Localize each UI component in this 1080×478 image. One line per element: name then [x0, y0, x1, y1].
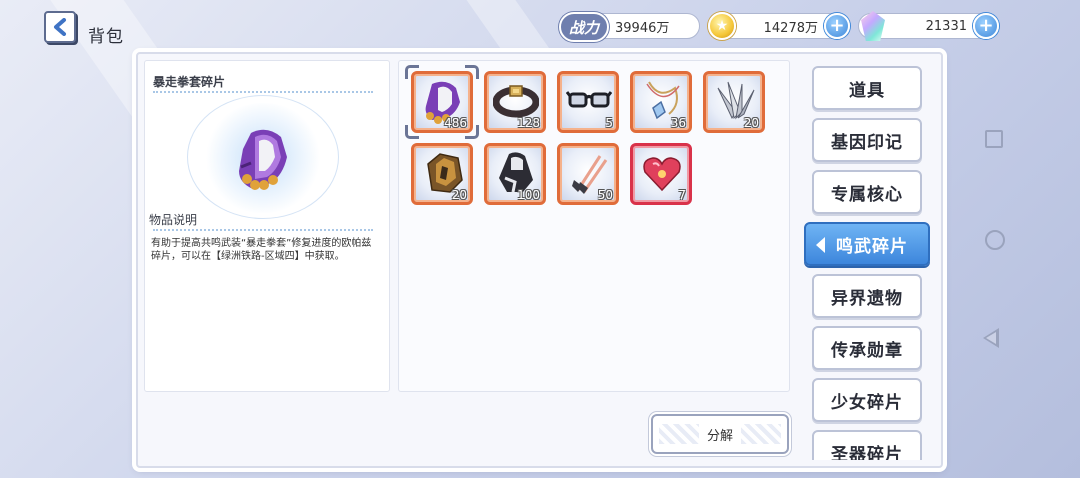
item-count: 50 [597, 188, 613, 202]
gold-display: ★ 14278万 + [708, 12, 850, 40]
item-count: 486 [444, 116, 467, 130]
item-slot[interactable]: 20 [703, 71, 765, 133]
item-slot[interactable]: 128 [484, 71, 546, 133]
gold-value: 14278万 [763, 20, 818, 36]
item-slot[interactable]: 100 [484, 143, 546, 205]
decompose-label: 分解 [706, 428, 733, 444]
tab-label: 异界遗物 [831, 288, 903, 309]
crystal-icon [861, 11, 885, 41]
item-slot[interactable]: 20 [411, 143, 473, 205]
gold-coin-icon: ★ [708, 12, 736, 40]
tab-label: 圣器碎片 [831, 444, 903, 461]
item-slot[interactable]: 36 [630, 71, 692, 133]
item-count: 20 [743, 116, 759, 130]
tab-label: 道具 [849, 80, 885, 101]
recent-apps-icon[interactable] [985, 130, 1003, 148]
tab-otherworld-relics[interactable]: 异界遗物 [812, 274, 922, 318]
item-count: 100 [517, 188, 540, 202]
tab-gene-imprint[interactable]: 基因印记 [812, 118, 922, 162]
item-preview [145, 95, 391, 219]
item-count: 5 [605, 116, 613, 130]
item-count: 128 [517, 116, 540, 130]
system-back-icon[interactable] [983, 328, 999, 348]
item-slot[interactable]: 486 [411, 71, 473, 133]
crystal-value: 21331 [925, 18, 967, 34]
item-slot[interactable]: 5 [557, 71, 619, 133]
power-label: 战力 [559, 12, 610, 42]
decompose-button[interactable]: 分解 [651, 414, 789, 454]
item-grid: 486 128 5 36 20 20 100 50 7 [398, 60, 790, 392]
divider [153, 91, 373, 93]
tab-legacy-medals[interactable]: 传承勋章 [812, 326, 922, 370]
tab-label: 基因印记 [831, 132, 903, 153]
divider [153, 229, 373, 231]
tab-girl-fragments[interactable]: 少女碎片 [812, 378, 922, 422]
power-value: 39946万 [615, 20, 670, 36]
tab-items[interactable]: 道具 [812, 66, 922, 110]
category-tabs: 道具 基因印记 专属核心 鸣武碎片 异界遗物 传承勋章 少女碎片 圣器碎片 [798, 60, 938, 460]
chevron-left-icon [54, 18, 66, 36]
item-count: 20 [451, 188, 467, 202]
item-detail-panel: 暴走拳套碎片 物品说明 有助于提高共鸣武装“暴走拳套”修复进度的欧帕兹碎片，可以… [144, 60, 390, 392]
description-title: 物品说明 [149, 213, 198, 227]
selection-corner [465, 65, 479, 79]
purple-glove-icon [239, 129, 287, 190]
selection-corner [405, 65, 419, 79]
tab-label: 专属核心 [831, 184, 903, 205]
page-title: 背包 [88, 27, 124, 47]
item-description: 有助于提高共鸣武装“暴走拳套”修复进度的欧帕兹碎片，可以在【绿洲铁路-区域四】中… [151, 238, 372, 262]
triangle-left-icon [816, 237, 825, 253]
inventory-panel: 暴走拳套碎片 物品说明 有助于提高共鸣武装“暴走拳套”修复进度的欧帕兹碎片，可以… [136, 52, 943, 468]
tab-weapon-fragments[interactable]: 鸣武碎片 [804, 222, 930, 266]
tab-exclusive-core[interactable]: 专属核心 [812, 170, 922, 214]
item-count: 36 [670, 116, 686, 130]
add-crystal-button[interactable]: + [973, 13, 999, 39]
selection-corner [465, 125, 479, 139]
crystal-display: 21331 + [858, 11, 999, 41]
item-name: 暴走拳套碎片 [153, 75, 226, 89]
back-button[interactable] [44, 11, 76, 43]
home-icon[interactable] [985, 230, 1005, 250]
power-display: 战力 39946万 [559, 12, 700, 42]
tab-holy-relic-fragments[interactable]: 圣器碎片 [812, 430, 922, 460]
tab-label: 传承勋章 [831, 340, 903, 361]
tab-label: 少女碎片 [831, 392, 903, 413]
selection-corner [405, 125, 419, 139]
item-count: 7 [678, 188, 686, 202]
tab-label: 鸣武碎片 [836, 236, 908, 257]
item-slot[interactable]: 50 [557, 143, 619, 205]
item-slot[interactable]: 7 [630, 143, 692, 205]
add-gold-button[interactable]: + [824, 13, 850, 39]
